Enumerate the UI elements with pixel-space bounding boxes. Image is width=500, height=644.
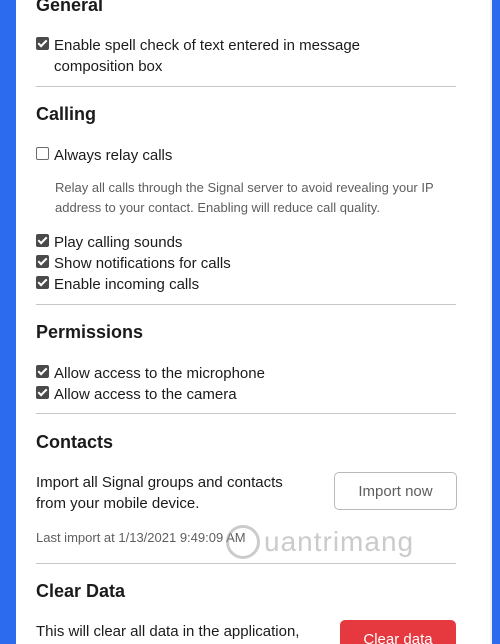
show-notifications-option[interactable]: Show notifications for calls bbox=[36, 253, 231, 274]
clear-data-button[interactable]: Clear data bbox=[340, 620, 456, 644]
camera-checkbox[interactable] bbox=[36, 386, 49, 399]
settings-panel: General Enable spell check of text enter… bbox=[16, 0, 492, 644]
import-now-button[interactable]: Import now bbox=[334, 472, 457, 510]
watermark-logo-icon bbox=[226, 525, 260, 559]
clear-data-description: This will clear all data in the applicat… bbox=[36, 623, 300, 640]
general-heading: General bbox=[36, 0, 104, 15]
permissions-heading: Permissions bbox=[36, 322, 144, 342]
incoming-calls-option[interactable]: Enable incoming calls bbox=[36, 274, 199, 295]
show-notifications-label: Show notifications for calls bbox=[54, 255, 231, 272]
divider bbox=[36, 413, 456, 414]
microphone-label: Allow access to the microphone bbox=[54, 365, 265, 382]
scrollbar-track[interactable] bbox=[490, 0, 492, 644]
divider bbox=[36, 563, 456, 564]
play-sounds-checkbox[interactable] bbox=[36, 234, 49, 247]
divider bbox=[36, 86, 456, 87]
last-import-text: Last import at 1/13/2021 9:49:09 AM bbox=[36, 530, 246, 545]
clear-data-heading: Clear Data bbox=[36, 581, 126, 601]
spellcheck-label-line2: composition box bbox=[54, 58, 163, 75]
always-relay-label: Always relay calls bbox=[54, 147, 173, 164]
contacts-heading: Contacts bbox=[36, 432, 114, 452]
play-sounds-label: Play calling sounds bbox=[54, 234, 183, 251]
play-sounds-option[interactable]: Play calling sounds bbox=[36, 232, 182, 253]
always-relay-checkbox[interactable] bbox=[36, 147, 49, 160]
camera-label: Allow access to the camera bbox=[54, 386, 237, 403]
relay-description: Relay all calls through the Signal serve… bbox=[55, 180, 434, 215]
divider bbox=[36, 304, 456, 305]
microphone-checkbox[interactable] bbox=[36, 365, 49, 378]
always-relay-option[interactable]: Always relay calls bbox=[36, 145, 172, 166]
show-notifications-checkbox[interactable] bbox=[36, 255, 49, 268]
incoming-calls-label: Enable incoming calls bbox=[54, 276, 200, 293]
spellcheck-checkbox[interactable] bbox=[36, 37, 49, 50]
watermark: uantrimang bbox=[226, 525, 414, 559]
calling-heading: Calling bbox=[36, 104, 97, 124]
camera-option[interactable]: Allow access to the camera bbox=[36, 384, 237, 405]
import-description: Import all Signal groups and contacts fr… bbox=[36, 474, 283, 512]
microphone-option[interactable]: Allow access to the microphone bbox=[36, 363, 265, 384]
spellcheck-option[interactable]: Enable spell check of text entered in me… bbox=[36, 35, 360, 77]
incoming-calls-checkbox[interactable] bbox=[36, 276, 49, 289]
spellcheck-label-line1: Enable spell check of text entered in me… bbox=[54, 37, 361, 54]
